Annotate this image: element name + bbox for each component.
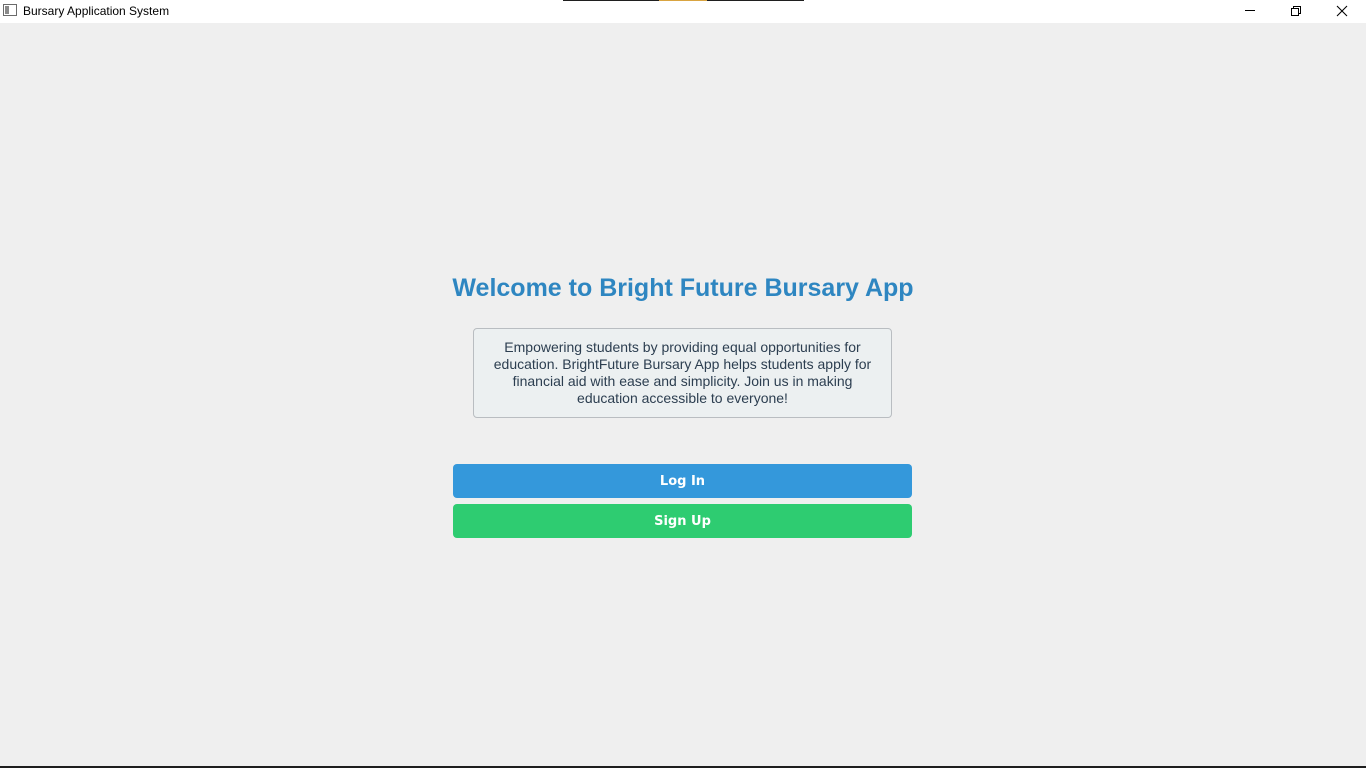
signup-button[interactable]: Sign Up (453, 504, 912, 538)
restore-icon (1291, 6, 1301, 16)
welcome-heading: Welcome to Bright Future Bursary App (452, 274, 914, 302)
title-bar[interactable]: Bursary Application System (0, 0, 1366, 23)
restore-button[interactable] (1273, 0, 1319, 22)
close-button[interactable] (1319, 0, 1365, 22)
close-icon (1336, 5, 1348, 17)
minimize-button[interactable] (1227, 0, 1273, 22)
top-edge-strip (707, 0, 804, 1)
window-title: Bursary Application System (23, 4, 170, 18)
minimize-icon (1245, 10, 1255, 11)
description-text: Empowering students by providing equal o… (493, 339, 872, 406)
login-button[interactable]: Log In (453, 464, 912, 498)
description-box: Empowering students by providing equal o… (473, 328, 892, 418)
top-edge-strip-accent (659, 0, 707, 1)
top-edge-strip (563, 0, 659, 1)
app-window-icon (3, 4, 17, 16)
